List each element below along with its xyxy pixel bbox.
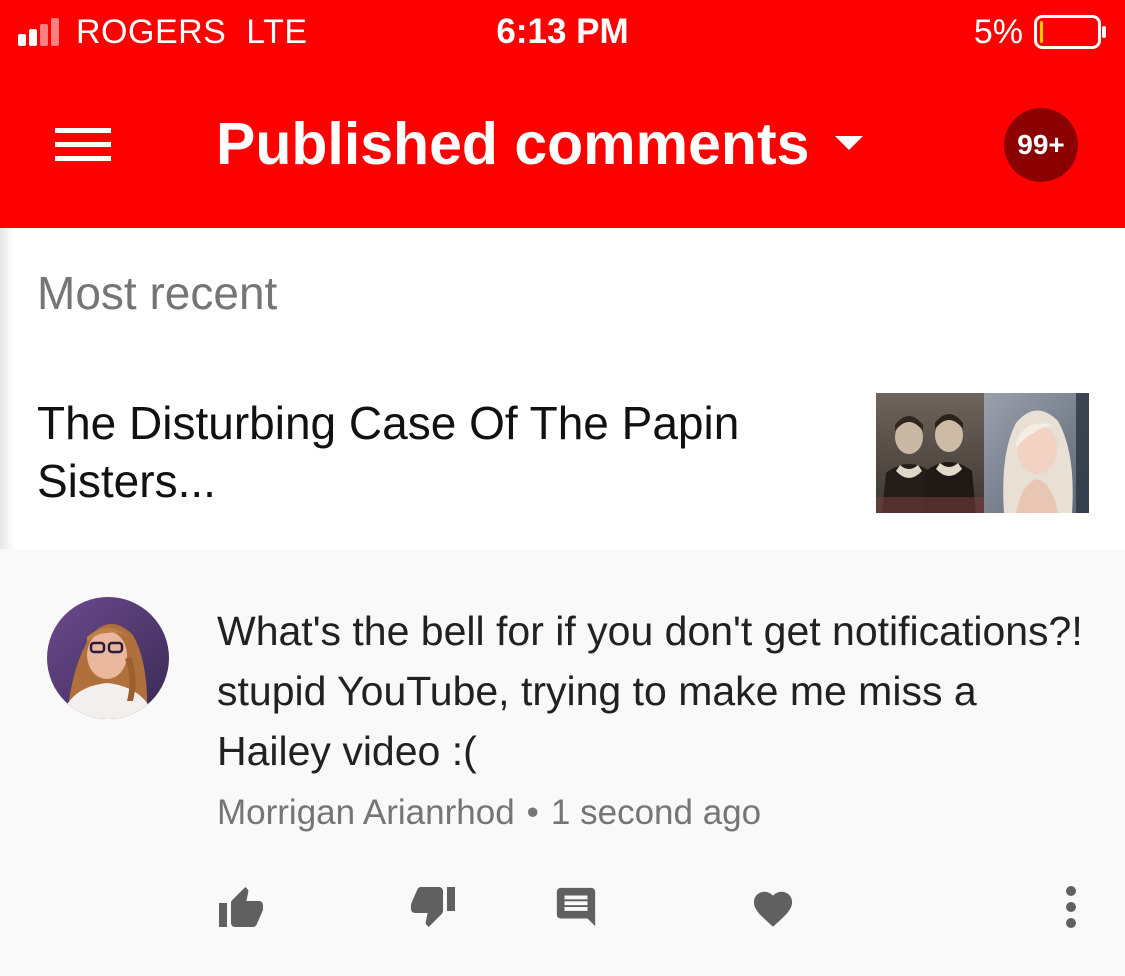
heart-button[interactable] [746, 877, 800, 937]
thumb-down-icon [411, 887, 455, 927]
caret-down-icon [835, 136, 864, 150]
like-button[interactable] [214, 877, 268, 937]
video-title[interactable]: The Disturbing Case Of The Papin Sisters… [37, 394, 827, 510]
avatar[interactable] [47, 597, 169, 719]
hamburger-menu-icon[interactable] [44, 110, 122, 178]
status-time: 6:13 PM [496, 12, 629, 51]
reply-icon [556, 887, 596, 927]
section-heading: Most recent [37, 267, 278, 319]
meta-separator: • [526, 793, 539, 832]
status-bar: ROGERS LTE 6:13 PM 5% [0, 0, 1125, 66]
comment-author[interactable]: Morrigan Arianrhod [217, 793, 515, 832]
heart-icon [753, 891, 793, 927]
thumb-up-icon [219, 887, 263, 927]
comment-timestamp: 1 second ago [550, 793, 762, 832]
comment-text: What's the bell for if you don't get not… [217, 608, 1083, 774]
dislike-button[interactable] [406, 877, 460, 937]
reply-button[interactable] [549, 877, 603, 937]
battery-level-fill [1040, 21, 1043, 43]
page-title-dropdown[interactable]: Published comments [216, 108, 864, 180]
more-vertical-icon [1066, 886, 1076, 928]
app-header: ROGERS LTE 6:13 PM 5% Published comments… [0, 0, 1125, 228]
more-options-button[interactable] [1044, 877, 1098, 937]
comment-card: What's the bell for if you don't get not… [0, 549, 1125, 976]
notification-badge[interactable]: 99+ [1004, 108, 1078, 182]
comment-meta: Morrigan Arianrhod • 1 second ago [217, 791, 761, 835]
page-title: Published comments [216, 111, 810, 177]
video-thumbnail[interactable] [876, 393, 1089, 513]
battery-percentage: 5% [973, 13, 1023, 51]
battery-icon [1034, 15, 1106, 49]
